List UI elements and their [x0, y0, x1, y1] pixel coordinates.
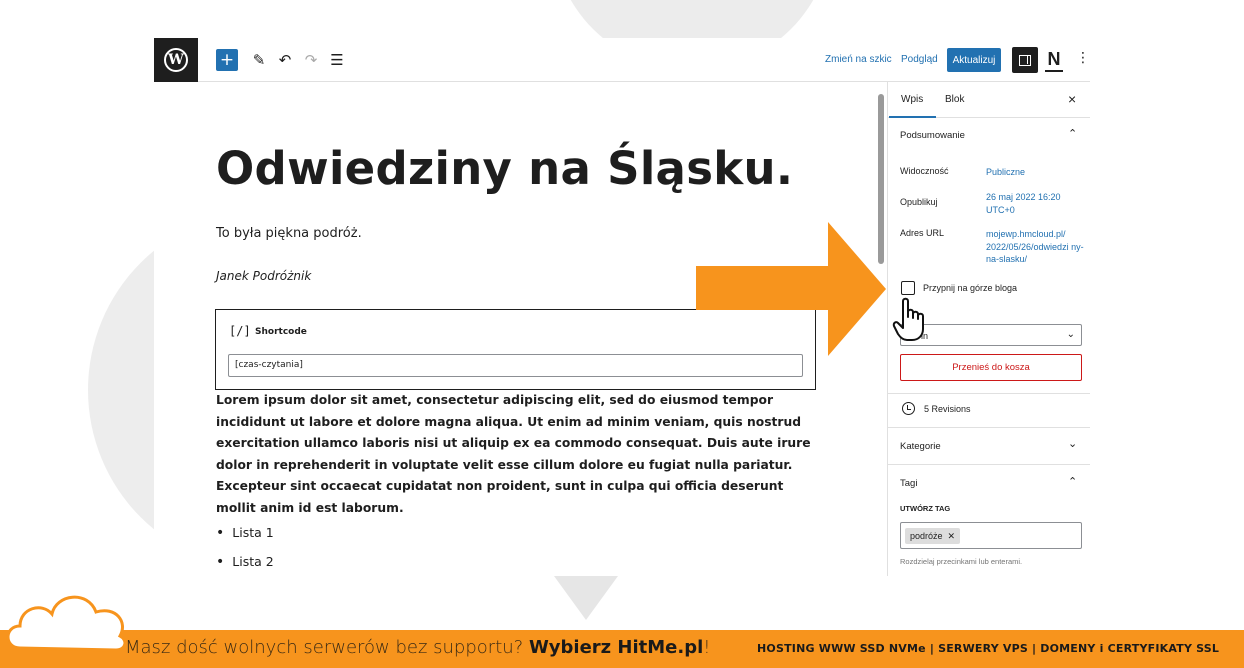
categories-panel-title[interactable]: Kategorie [900, 441, 941, 452]
pin-checkbox[interactable] [901, 281, 915, 295]
publish-label: Opublikuj [900, 197, 938, 207]
pin-label[interactable]: Przypnij na górze bloga [923, 283, 1017, 293]
sidebar-tabs: Wpis Blok × [888, 82, 1090, 118]
tags-panel-title[interactable]: Tagi [900, 478, 917, 489]
banner-lead: Masz dość wolnych serwerów bez supportu? [125, 637, 529, 658]
redo-icon[interactable]: ↷ [300, 49, 322, 71]
tag-chip: podróże ✕ [905, 528, 961, 544]
undo-icon[interactable]: ↶ [274, 49, 296, 71]
summary-panel-title[interactable]: Podsumowanie [900, 130, 965, 141]
editor-toolbar: W + ✎ ↶ ↷ ☰ Zmień na szkic Podgląd Aktua… [154, 38, 1090, 82]
chevron-down-icon: ⌄ [1066, 329, 1075, 340]
tag-chip-label: podróże [910, 531, 943, 541]
shortcode-label: Shortcode [255, 327, 307, 337]
visibility-label: Widoczność [900, 166, 949, 176]
switch-to-draft-button[interactable]: Zmień na szkic [825, 54, 892, 65]
more-options-icon[interactable]: ⋮ [1076, 50, 1090, 66]
settings-toggle-button[interactable] [1012, 47, 1038, 73]
list-view-icon[interactable]: ☰ [326, 49, 348, 71]
close-icon[interactable]: × [1068, 91, 1076, 107]
divider [888, 393, 1090, 394]
add-block-button[interactable]: + [216, 49, 238, 71]
list-item[interactable]: Lista 1 [216, 518, 273, 547]
remove-tag-icon[interactable]: ✕ [948, 531, 956, 542]
list-item[interactable]: Lista 2 [216, 547, 273, 576]
tag-input[interactable]: podróże ✕ [900, 522, 1082, 549]
history-icon [902, 402, 915, 415]
post-title[interactable]: Odwiedziny na Śląsku. [216, 142, 793, 195]
wordpress-logo-icon: W [164, 48, 188, 72]
banner-brand[interactable]: Wybierz HitMe.pl [529, 637, 703, 658]
chevron-up-icon[interactable]: ⌃ [1068, 475, 1077, 488]
url-label: Adres URL [900, 228, 945, 238]
shortcode-input[interactable]: [czas-czytania] [228, 354, 803, 377]
visibility-value[interactable]: Publiczne [986, 166, 1086, 179]
divider [888, 464, 1090, 465]
sidebar-icon [1019, 54, 1031, 66]
chevron-down-icon[interactable]: ⌄ [1068, 437, 1077, 450]
pencil-icon[interactable]: ✎ [248, 49, 270, 71]
divider [888, 427, 1090, 428]
add-tag-label: UTWÓRZ TAG [900, 504, 951, 513]
url-value[interactable]: mojewp.hmcloud.pl/ 2022/05/26/odwiedzi n… [986, 228, 1086, 266]
preview-button[interactable]: Podgląd [901, 54, 938, 65]
chevron-up-icon[interactable]: ⌃ [1068, 127, 1077, 140]
update-button[interactable]: Aktualizuj [947, 48, 1001, 72]
background-triangle [554, 576, 618, 620]
lorem-paragraph[interactable]: Lorem ipsum dolor sit amet, consectetur … [216, 390, 816, 519]
banner-bang: ! [703, 637, 711, 658]
plugin-n-icon[interactable]: N [1045, 48, 1063, 72]
tab-block[interactable]: Blok [945, 94, 964, 105]
tab-post[interactable]: Wpis [888, 94, 937, 118]
publish-date[interactable]: 26 maj 2022 16:20 UTC+0 [986, 191, 1086, 216]
author-paragraph[interactable]: Janek Podróżnik [216, 269, 311, 283]
orange-arrow-icon [696, 222, 886, 356]
wordpress-logo-button[interactable]: W [154, 38, 198, 82]
hand-pointer-icon [892, 297, 924, 341]
move-to-trash-button[interactable]: Przenieś do kosza [900, 354, 1082, 381]
list-block[interactable]: Lista 1 Lista 2 [216, 518, 273, 576]
banner-slogan: Masz dość wolnych serwerów bez supportu?… [125, 637, 710, 658]
revisions-link[interactable]: 5 Revisions [924, 404, 971, 414]
banner-services: HOSTING WWW SSD NVMe | SERWERY VPS | DOM… [757, 642, 1220, 655]
shortcode-icon: [/] [229, 324, 251, 338]
cloud-logo-icon [6, 595, 127, 652]
paragraph-block[interactable]: To była piękna podróż. [216, 226, 362, 241]
block-editor: W + ✎ ↶ ↷ ☰ Zmień na szkic Podgląd Aktua… [154, 38, 1090, 576]
tag-help-text: Rozdzielaj przecinkami lub enterami. [900, 557, 1023, 566]
